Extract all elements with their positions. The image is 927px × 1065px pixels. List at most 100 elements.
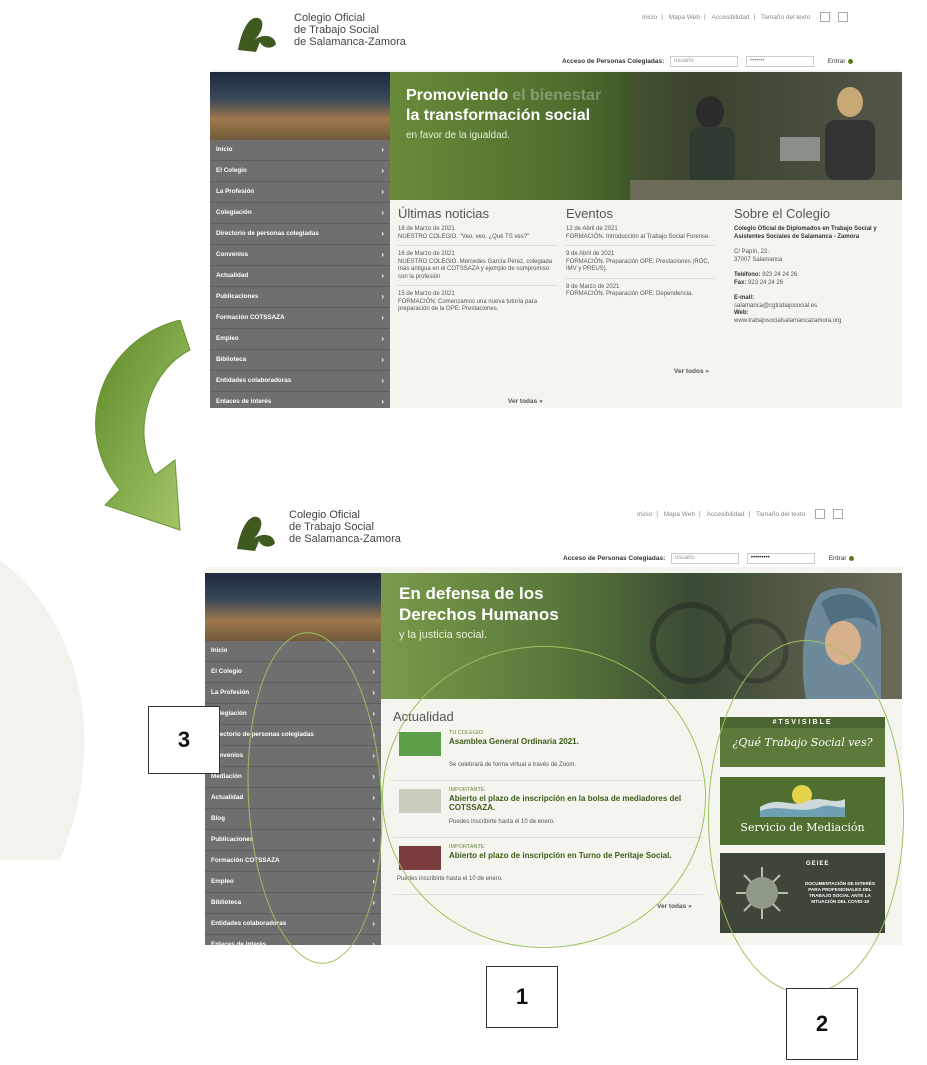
enter-dot-icon xyxy=(849,556,855,561)
news-more-link[interactable]: Ver todas » xyxy=(508,398,543,405)
link-mapa-web[interactable]: Mapa Web xyxy=(664,511,695,518)
enter-button[interactable]: Entrar xyxy=(829,555,847,562)
chevron-right-icon: › xyxy=(381,187,384,196)
event-item[interactable]: 8 de Marzo de 2021 FORMACIÓN. Preparación… xyxy=(566,284,714,303)
events-more-link[interactable]: Ver todos » xyxy=(674,368,709,375)
sidebar-menu-item[interactable]: Actualidad › xyxy=(210,266,390,287)
sidebar-menu-label: Enlaces de interés xyxy=(216,398,272,405)
link-mapa-web[interactable]: Mapa Web xyxy=(669,14,700,21)
about-postcode: 37007 Salamanca xyxy=(734,256,783,263)
sidebar-menu-item[interactable]: Biblioteca › xyxy=(210,350,390,371)
event-date: 9 de Abril de 2021 xyxy=(566,251,615,257)
building-photo xyxy=(205,573,381,641)
sidebar-menu-item[interactable]: Colegiación › xyxy=(210,203,390,224)
sidebar-menu-item[interactable]: Formación COTSSAZA › xyxy=(210,308,390,329)
news-item[interactable]: 18 de Marzo de 2021 NUESTRO COLEGIO. "Veo… xyxy=(398,226,558,246)
text-smaller-icon[interactable] xyxy=(820,12,831,22)
news-date: 18 de Marzo de 2021 xyxy=(398,226,455,232)
news-text: NUESTRO COLEGIO. "Veo, veo, ¿Qué TS ves?… xyxy=(398,233,530,240)
hero-title: Promoviendo el bienestar la transformació… xyxy=(406,86,601,126)
chevron-right-icon: › xyxy=(381,313,384,322)
sidebar-menu-label: Convenios xyxy=(216,251,249,258)
sidebar-menu-item[interactable]: Directorio de personas colegiadas › xyxy=(210,224,390,245)
logo-text: Colegio Oficial de Trabajo Social de Sal… xyxy=(289,509,401,545)
web-link[interactable]: www.trabajosocialsalamancazamora.org xyxy=(734,318,894,326)
password-input[interactable]: ••••••• xyxy=(745,56,814,67)
sidebar-menu-item[interactable]: Inicio › xyxy=(210,140,390,161)
link-accesibilidad[interactable]: Accesibilidad xyxy=(712,14,750,21)
text-larger-icon[interactable] xyxy=(838,12,849,22)
event-date: 12 de Abril de 2021 xyxy=(566,226,618,232)
text-larger-icon[interactable] xyxy=(833,509,844,519)
email-label: E-mail: xyxy=(734,295,755,301)
header: Colegio Oficial de Trabajo Social de Sal… xyxy=(210,0,902,70)
chevron-right-icon: › xyxy=(381,376,384,385)
sidebar-menu-label: Empleo xyxy=(211,878,234,885)
link-inicio[interactable]: Inicio xyxy=(637,511,652,518)
highlight-ring-2 xyxy=(708,640,904,994)
enter-button[interactable]: Entrar xyxy=(828,58,846,65)
phone-value: 923 24 24 26 xyxy=(762,272,798,278)
hero-title-line: En defensa de los xyxy=(399,584,544,603)
sidebar-menu-label: Biblioteca xyxy=(216,356,247,363)
chevron-right-icon: › xyxy=(372,940,375,945)
sidebar-menu-label: Biblioteca xyxy=(211,899,242,906)
password-input[interactable]: ••••••••• xyxy=(746,553,815,564)
news-title: Últimas noticias xyxy=(398,206,490,221)
link-accesibilidad[interactable]: Accesibilidad xyxy=(707,511,745,518)
sidebar-menu-label: Blog xyxy=(211,815,225,822)
chevron-right-icon: › xyxy=(381,145,384,154)
event-item[interactable]: 12 de Abril de 2021 FORMACIÓN. Introducci… xyxy=(566,226,714,246)
sidebar-menu-item[interactable]: Empleo › xyxy=(210,329,390,350)
sidebar-menu-label: La Profesión xyxy=(211,689,250,696)
enter-dot-icon xyxy=(848,59,854,64)
chevron-right-icon: › xyxy=(381,397,384,406)
actualidad-more-link[interactable]: Ver todas » xyxy=(657,903,692,910)
fax-label: Fax: xyxy=(734,279,747,286)
event-date: 8 de Marzo de 2021 xyxy=(566,283,620,290)
hero-title-line: Promoviendo xyxy=(406,87,509,104)
sidebar-menu-label: Publicaciones xyxy=(211,836,254,843)
logo-line: de Salamanca-Zamora xyxy=(289,533,401,545)
sidebar-menu-item[interactable]: Enlaces de interés › xyxy=(210,392,390,408)
about-column: Sobre el Colegio Colegio Oficial de Dipl… xyxy=(734,206,894,325)
hero-banner: Promoviendo el bienestar la transformació… xyxy=(390,72,902,200)
hero-title-faded: el bienestar xyxy=(512,87,602,104)
sidebar-menu-item[interactable]: Entidades colaboradoras › xyxy=(210,371,390,392)
sidebar-menu-label: Directorio de personas colegiadas xyxy=(216,230,319,237)
old-site-screenshot: Colegio Oficial de Trabajo Social de Sal… xyxy=(210,0,902,408)
logo-line: Colegio Oficial xyxy=(289,509,360,521)
text-smaller-icon[interactable] xyxy=(815,509,826,519)
news-date: 15 de Marzo de 2021 xyxy=(398,291,455,297)
about-name: Colegio Oficial de Diplomados en Trabajo… xyxy=(734,226,877,240)
sidebar-menu-item[interactable]: Convenios › xyxy=(210,245,390,266)
login-bar: Acceso de Personas Colegiadas: usuario •… xyxy=(563,553,855,564)
username-input[interactable]: usuario xyxy=(671,553,740,564)
about-phone: Teléfono: 923 24 24 26 xyxy=(734,272,894,280)
sidebar-menu-item[interactable]: El Colegio › xyxy=(210,161,390,182)
link-inicio[interactable]: Inicio xyxy=(642,14,657,21)
hero-photo-people xyxy=(630,72,902,200)
header: Colegio Oficial de Trabajo Social de Sal… xyxy=(205,497,902,567)
logo-line: de Trabajo Social xyxy=(294,24,379,36)
about-title: Sobre el Colegio xyxy=(734,206,831,221)
link-text-size: Tamaño del texto xyxy=(755,510,806,518)
email-link[interactable]: salamanca@cgtrabajosocial.es xyxy=(734,303,894,311)
chevron-right-icon: › xyxy=(381,208,384,217)
hero-subtitle: en favor de la igualdad. xyxy=(406,130,510,141)
news-item[interactable]: 15 de Marzo de 2021 FORMACIÓN. Comenzamos… xyxy=(398,291,558,318)
sidebar-menu-label: Formación COTSSAZA xyxy=(216,314,285,321)
sidebar-menu-label: Entidades colaboradoras xyxy=(216,377,292,384)
event-item[interactable]: 9 de Abril de 2021 FORMACIÓN. Preparación… xyxy=(566,251,714,279)
logo-icon xyxy=(238,17,276,52)
label-box-2: 2 xyxy=(786,988,858,1060)
sidebar-menu: Inicio › El Colegio › La Profesión › Colegiaci… xyxy=(210,72,390,408)
sidebar-menu-item[interactable]: La Profesión › xyxy=(210,182,390,203)
news-item[interactable]: 16 de Marzo de 2021 NUESTRO COLEGIO. Merc… xyxy=(398,251,558,286)
sidebar-menu-item[interactable]: Publicaciones › xyxy=(210,287,390,308)
label-box-1: 1 xyxy=(486,966,558,1028)
events-title: Eventos xyxy=(566,206,613,221)
event-text: FORMACIÓN. Introducción al Trabajo Socia… xyxy=(566,233,711,240)
username-input[interactable]: usuario xyxy=(670,56,739,67)
web-label: Web: xyxy=(734,310,749,316)
